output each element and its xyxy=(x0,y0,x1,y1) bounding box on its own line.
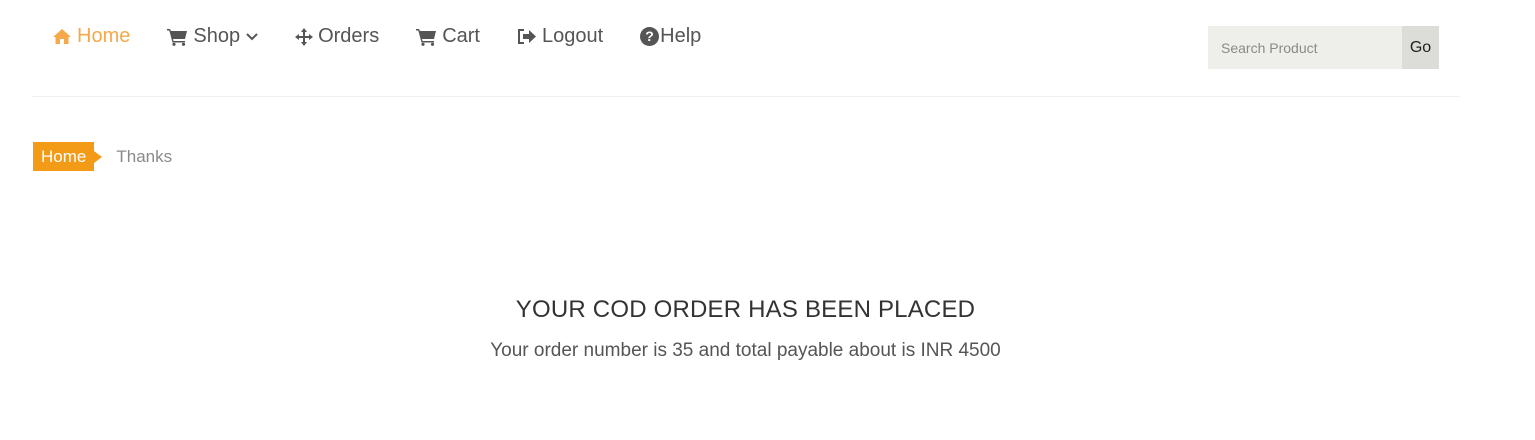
svg-text:?: ? xyxy=(645,28,654,44)
search-form: Go xyxy=(1208,26,1439,69)
nav-item-label: Cart xyxy=(442,25,480,47)
nav-item-label: Shop xyxy=(193,25,241,47)
chevron-down-icon xyxy=(246,32,258,41)
nav-item-orders[interactable]: Orders xyxy=(295,25,379,48)
sign-out-icon xyxy=(517,28,537,45)
order-confirmation: YOUR COD ORDER HAS BEEN PLACED Your orde… xyxy=(0,296,1491,362)
top-navbar: Home Shop Orders Cart Logout ? Help Sear… xyxy=(0,0,1535,97)
main-menu: Home Shop Orders Cart Logout ? Help xyxy=(52,25,738,48)
home-icon xyxy=(52,28,72,45)
nav-item-shop[interactable]: Shop xyxy=(167,25,258,48)
crosshairs-icon xyxy=(295,27,314,46)
header-divider xyxy=(32,96,1460,97)
question-circle-icon: ? xyxy=(640,27,660,46)
breadcrumb: Home Thanks xyxy=(33,142,172,171)
cart-icon xyxy=(416,28,437,46)
nav-item-label: Orders xyxy=(318,25,380,47)
breadcrumb-home-link[interactable]: Home xyxy=(33,142,103,171)
search-input[interactable] xyxy=(1208,26,1402,69)
cart-icon xyxy=(167,28,188,46)
nav-item-cart[interactable]: Cart xyxy=(416,25,480,48)
nav-item-label: Home xyxy=(77,25,131,47)
nav-item-logout[interactable]: Logout xyxy=(517,25,603,48)
nav-item-help[interactable]: ? Help xyxy=(640,25,701,48)
nav-item-label: Logout xyxy=(542,25,604,47)
nav-item-home[interactable]: Home xyxy=(52,25,130,48)
search-go-button[interactable]: Go xyxy=(1402,26,1439,69)
order-details: Your order number is 35 and total payabl… xyxy=(490,340,1001,361)
nav-item-label: Help xyxy=(660,25,702,47)
order-heading: YOUR COD ORDER HAS BEEN PLACED xyxy=(515,296,976,323)
breadcrumb-current: Thanks xyxy=(116,146,173,166)
